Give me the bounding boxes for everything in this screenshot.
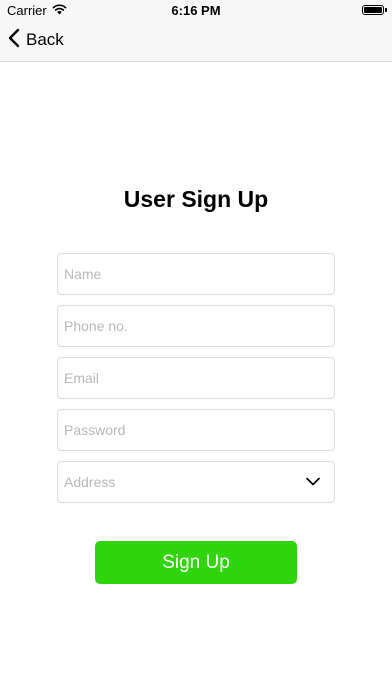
phone-field — [57, 305, 335, 347]
name-field — [57, 253, 335, 295]
back-label: Back — [26, 30, 64, 49]
signup-button[interactable]: Sign Up — [95, 541, 297, 584]
chevron-down-icon — [306, 473, 320, 491]
password-field — [57, 409, 335, 451]
status-bar: Carrier 6:16 PM — [0, 0, 392, 20]
chevron-left-icon — [8, 28, 20, 53]
status-time: 6:16 PM — [171, 3, 221, 18]
battery-icon — [362, 5, 384, 15]
email-field — [57, 357, 335, 399]
name-input[interactable] — [58, 254, 334, 294]
address-selected-value: Address — [64, 474, 116, 490]
battery-level — [364, 7, 382, 13]
password-input[interactable] — [58, 410, 334, 450]
navigation-bar: Back — [0, 20, 392, 62]
back-button[interactable]: Back — [8, 26, 64, 54]
address-dropdown[interactable]: Address — [57, 461, 335, 503]
battery-cap — [385, 8, 387, 12]
page-title: User Sign Up — [123, 186, 269, 212]
phone-input[interactable] — [58, 306, 334, 346]
signup-screen: Carrier 6:16 PM Back User Sign Up Name P… — [0, 0, 392, 696]
email-input[interactable] — [58, 358, 334, 398]
